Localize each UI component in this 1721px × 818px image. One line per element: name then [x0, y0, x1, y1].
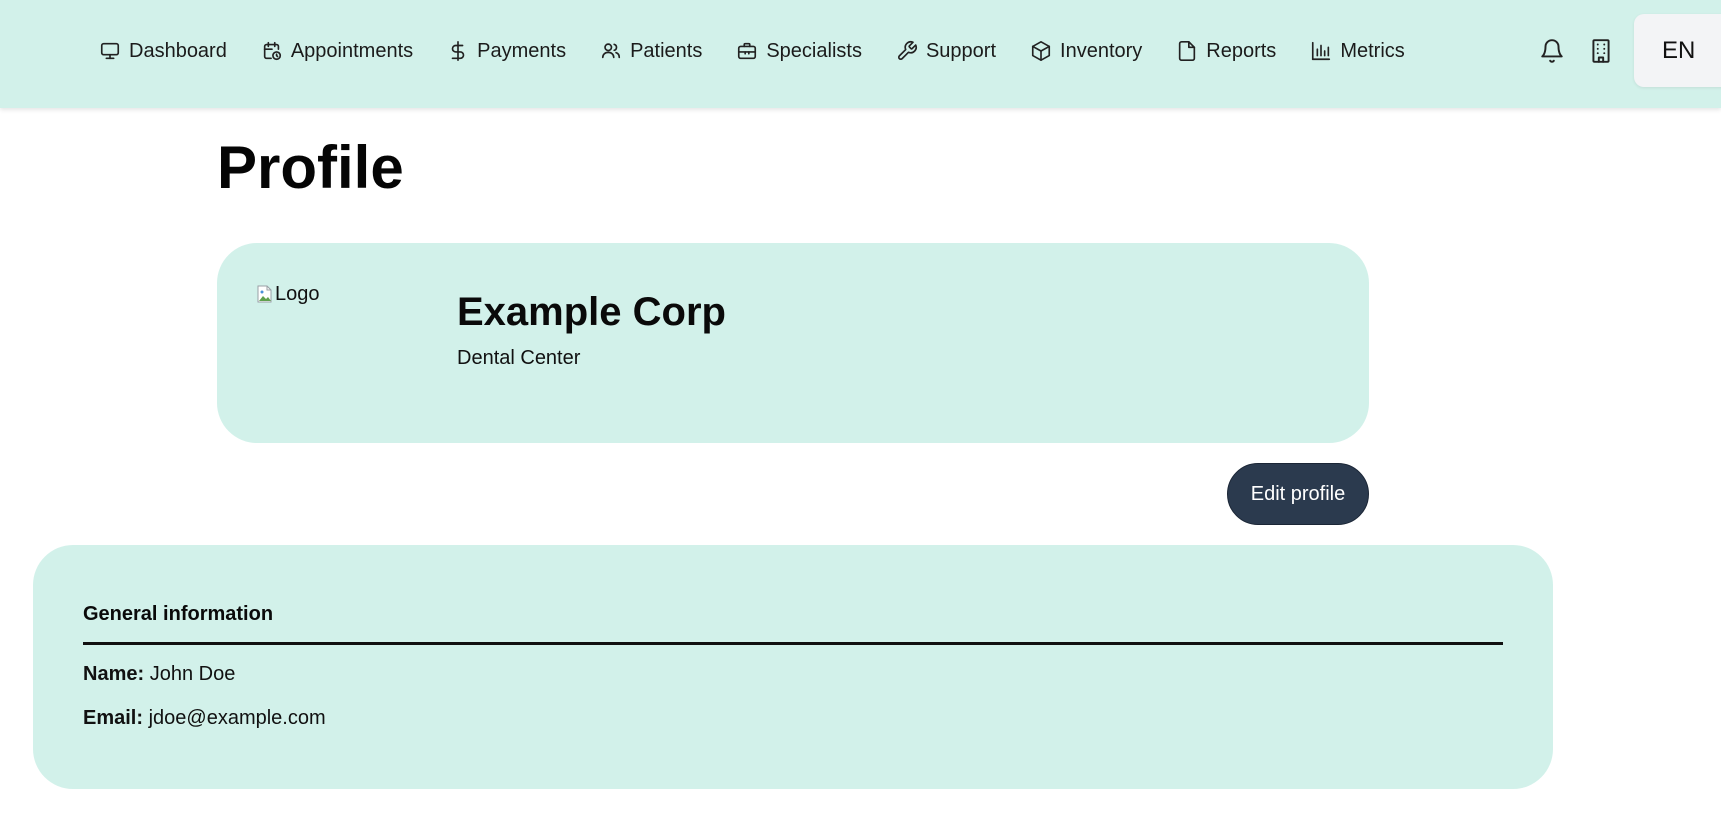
box-icon — [1030, 40, 1052, 62]
company-card: Logo Example Corp Dental Center — [217, 243, 1369, 443]
section-heading: General information — [83, 603, 274, 625]
briefcase-icon — [736, 40, 758, 62]
email-value: jdoe@example.com — [148, 707, 326, 729]
nav-item-metrics[interactable]: Metrics — [1310, 39, 1405, 63]
company-name: Example Corp — [457, 290, 726, 334]
nav-item-label: Patients — [630, 39, 703, 62]
nav-item-inventory[interactable]: Inventory — [1030, 40, 1142, 63]
logo-alt-text: Logo — [275, 283, 320, 305]
nav-item-label: Specialists — [766, 39, 862, 62]
page-title: Profile — [217, 134, 404, 201]
main-nav: Dashboard Appointments Payments Patients… — [99, 36, 1405, 66]
company-type: Dental Center — [457, 347, 581, 369]
nav-item-support[interactable]: Support — [896, 40, 996, 63]
nav-item-patients[interactable]: Patients — [600, 40, 702, 63]
nav-item-label: Dashboard — [129, 39, 227, 62]
nav-item-payments[interactable]: Payments — [447, 40, 566, 63]
name-row: Name: John Doe — [83, 663, 235, 686]
wrench-icon — [896, 40, 918, 62]
nav-item-label: Metrics — [1340, 39, 1405, 62]
broken-image-icon — [257, 285, 273, 303]
nav-item-label: Inventory — [1060, 39, 1143, 62]
nav-item-specialists[interactable]: Specialists — [736, 40, 862, 63]
name-label: Name: — [83, 663, 145, 685]
edit-profile-button[interactable]: Edit profile — [1227, 463, 1369, 525]
building-icon[interactable] — [1588, 38, 1614, 64]
bell-icon[interactable] — [1539, 38, 1565, 64]
language-selector[interactable]: EN — [1634, 14, 1721, 87]
nav-item-dashboard[interactable]: Dashboard — [99, 40, 227, 63]
file-icon — [1176, 40, 1198, 62]
email-label: Email: — [83, 707, 144, 729]
nav-item-label: Reports — [1206, 39, 1277, 62]
nav-item-label: Appointments — [290, 39, 414, 62]
general-info-card: General information Name: John Doe Email… — [33, 545, 1553, 789]
nav-item-label: Support — [925, 39, 997, 62]
nav-item-label: Payments — [477, 39, 567, 62]
top-navbar: Dashboard Appointments Payments Patients… — [0, 0, 1721, 108]
name-value: John Doe — [149, 663, 236, 685]
users-icon — [600, 40, 622, 62]
bar-chart-icon — [1310, 40, 1332, 62]
company-logo: Logo — [257, 283, 320, 306]
email-row: Email: jdoe@example.com — [83, 707, 326, 730]
dollar-icon — [447, 40, 469, 62]
monitor-icon — [99, 40, 121, 62]
divider — [83, 642, 1503, 645]
calendar-clock-icon — [261, 40, 283, 62]
nav-item-reports[interactable]: Reports — [1176, 40, 1276, 63]
nav-item-appointments[interactable]: Appointments — [261, 40, 413, 63]
